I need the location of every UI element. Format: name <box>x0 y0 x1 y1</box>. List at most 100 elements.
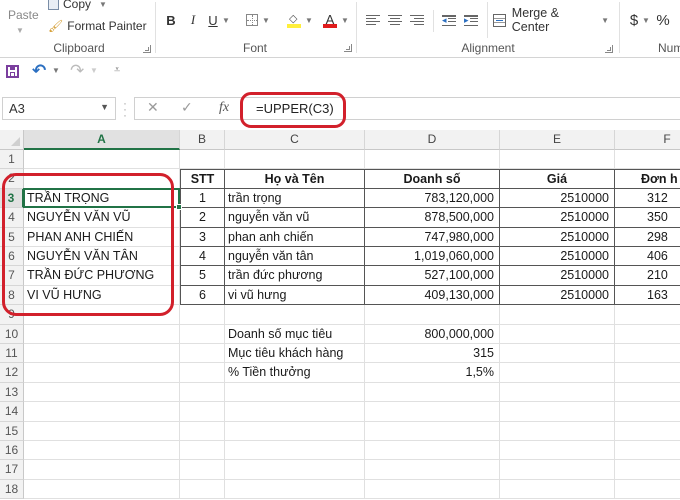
empty-cell[interactable] <box>225 150 365 170</box>
empty-cell[interactable] <box>500 344 615 364</box>
currency-dropdown-icon[interactable]: ▼ <box>640 10 652 30</box>
copy-dropdown-icon[interactable]: ▼ <box>99 0 107 9</box>
table-header-stt[interactable]: STT <box>180 169 225 189</box>
empty-cell[interactable] <box>365 150 500 170</box>
stt-cell[interactable]: 1 <box>180 188 225 209</box>
orders-cell[interactable]: 163 <box>615 286 680 306</box>
empty-cell[interactable] <box>365 479 500 500</box>
font-color-dropdown-icon[interactable]: ▼ <box>339 10 351 30</box>
stt-cell[interactable]: 2 <box>180 208 225 228</box>
borders-button[interactable] <box>244 10 260 30</box>
empty-cell[interactable] <box>180 402 225 422</box>
empty-cell[interactable] <box>180 305 225 325</box>
empty-cell[interactable] <box>500 150 615 170</box>
empty-cell[interactable] <box>615 150 680 170</box>
summary-value-cell[interactable]: 315 <box>365 344 500 364</box>
paste-dropdown-icon[interactable]: ▼ <box>16 26 24 35</box>
stt-cell[interactable]: 5 <box>180 266 225 286</box>
undo-dropdown-icon[interactable]: ▼ <box>52 66 60 75</box>
empty-cell[interactable] <box>24 324 180 344</box>
sales-cell[interactable]: 1,019,060,000 <box>365 247 500 267</box>
empty-cell[interactable] <box>500 402 615 422</box>
row-header-18[interactable]: 18 <box>0 479 24 500</box>
empty-cell[interactable] <box>500 324 615 344</box>
empty-cell[interactable] <box>24 421 180 441</box>
empty-cell[interactable] <box>615 480 680 500</box>
empty-cell[interactable] <box>180 441 225 461</box>
row-header-9[interactable]: 9 <box>0 305 24 325</box>
sales-cell[interactable]: 747,980,000 <box>365 227 500 247</box>
empty-cell[interactable] <box>365 402 500 422</box>
enter-icon[interactable]: ✓ <box>181 99 193 116</box>
empty-cell[interactable] <box>615 422 680 441</box>
bold-button[interactable]: B <box>162 10 180 30</box>
format-painter-button[interactable]: 🖌 Format Painter <box>48 19 147 33</box>
upper-name-cell[interactable]: VI VŨ HƯNG <box>24 285 180 306</box>
price-cell[interactable]: 2510000 <box>500 227 615 247</box>
empty-cell[interactable] <box>615 325 680 344</box>
price-cell[interactable]: 2510000 <box>500 208 615 228</box>
row-header-3[interactable]: 3 <box>0 188 24 209</box>
redo-button[interactable]: ↷ <box>70 61 84 81</box>
increase-indent-button[interactable]: ▸ <box>463 10 479 30</box>
empty-cell[interactable] <box>365 441 500 461</box>
percent-button[interactable]: % <box>656 10 670 30</box>
price-cell[interactable]: 2510000 <box>500 188 615 209</box>
summary-label-cell[interactable]: Doanh số mục tiêu <box>225 324 365 344</box>
empty-cell[interactable] <box>24 169 180 189</box>
sales-cell[interactable]: 527,100,000 <box>365 266 500 286</box>
sales-cell[interactable]: 878,500,000 <box>365 208 500 228</box>
row-header-4[interactable]: 4 <box>0 208 24 228</box>
row-header-15[interactable]: 15 <box>0 421 24 441</box>
empty-cell[interactable] <box>180 344 225 364</box>
empty-cell[interactable] <box>24 150 180 170</box>
empty-cell[interactable] <box>225 421 365 441</box>
row-header-14[interactable]: 14 <box>0 402 24 422</box>
empty-cell[interactable] <box>24 363 180 383</box>
table-header-don-hang[interactable]: Đơn h <box>615 169 680 189</box>
clipboard-launcher-icon[interactable] <box>143 45 151 53</box>
stt-cell[interactable]: 4 <box>180 247 225 267</box>
empty-cell[interactable] <box>225 479 365 500</box>
empty-cell[interactable] <box>24 479 180 500</box>
sales-cell[interactable]: 783,120,000 <box>365 188 500 209</box>
empty-cell[interactable] <box>500 460 615 480</box>
stt-cell[interactable]: 6 <box>180 285 225 306</box>
align-right-button[interactable] <box>409 10 425 30</box>
upper-name-cell[interactable]: TRẦN ĐỨC PHƯƠNG <box>24 266 180 286</box>
empty-cell[interactable] <box>24 305 180 325</box>
name-cell[interactable]: nguyễn văn vũ <box>225 208 365 228</box>
empty-cell[interactable] <box>180 363 225 383</box>
name-cell[interactable]: phan anh chiến <box>225 227 365 247</box>
empty-cell[interactable] <box>225 441 365 461</box>
empty-cell[interactable] <box>365 460 500 480</box>
name-cell[interactable]: nguyễn văn tân <box>225 247 365 267</box>
fill-color-button[interactable]: ◇ <box>286 10 302 30</box>
empty-cell[interactable] <box>24 402 180 422</box>
italic-button[interactable]: I <box>184 10 202 30</box>
empty-cell[interactable] <box>500 441 615 461</box>
row-header-1[interactable]: 1 <box>0 150 24 170</box>
table-header-gia[interactable]: Giá <box>500 169 615 189</box>
empty-cell[interactable] <box>225 305 365 325</box>
empty-cell[interactable] <box>500 305 615 325</box>
row-header-5[interactable]: 5 <box>0 227 24 247</box>
upper-name-cell[interactable]: NGUYỄN VĂN TÂN <box>24 247 180 267</box>
fill-handle[interactable] <box>176 204 182 211</box>
align-center-button[interactable] <box>387 10 403 30</box>
column-header-c[interactable]: C <box>225 130 365 150</box>
empty-cell[interactable] <box>24 441 180 461</box>
empty-cell[interactable] <box>24 382 180 403</box>
summary-value-cell[interactable]: 800,000,000 <box>365 324 500 344</box>
merge-center-button[interactable]: Merge & Center ▼ <box>493 6 609 34</box>
fill-color-dropdown-icon[interactable]: ▼ <box>303 10 315 30</box>
alignment-launcher-icon[interactable] <box>605 45 613 53</box>
insert-function-icon[interactable]: fx <box>219 100 229 116</box>
column-header-d[interactable]: D <box>365 130 500 150</box>
row-header-11[interactable]: 11 <box>0 344 24 364</box>
row-header-7[interactable]: 7 <box>0 266 24 286</box>
empty-cell[interactable] <box>500 421 615 441</box>
save-button[interactable] <box>6 65 19 78</box>
customize-qat-icon[interactable]: ⩡ <box>114 64 120 77</box>
table-header-ho-ten[interactable]: Họ và Tên <box>225 169 365 189</box>
